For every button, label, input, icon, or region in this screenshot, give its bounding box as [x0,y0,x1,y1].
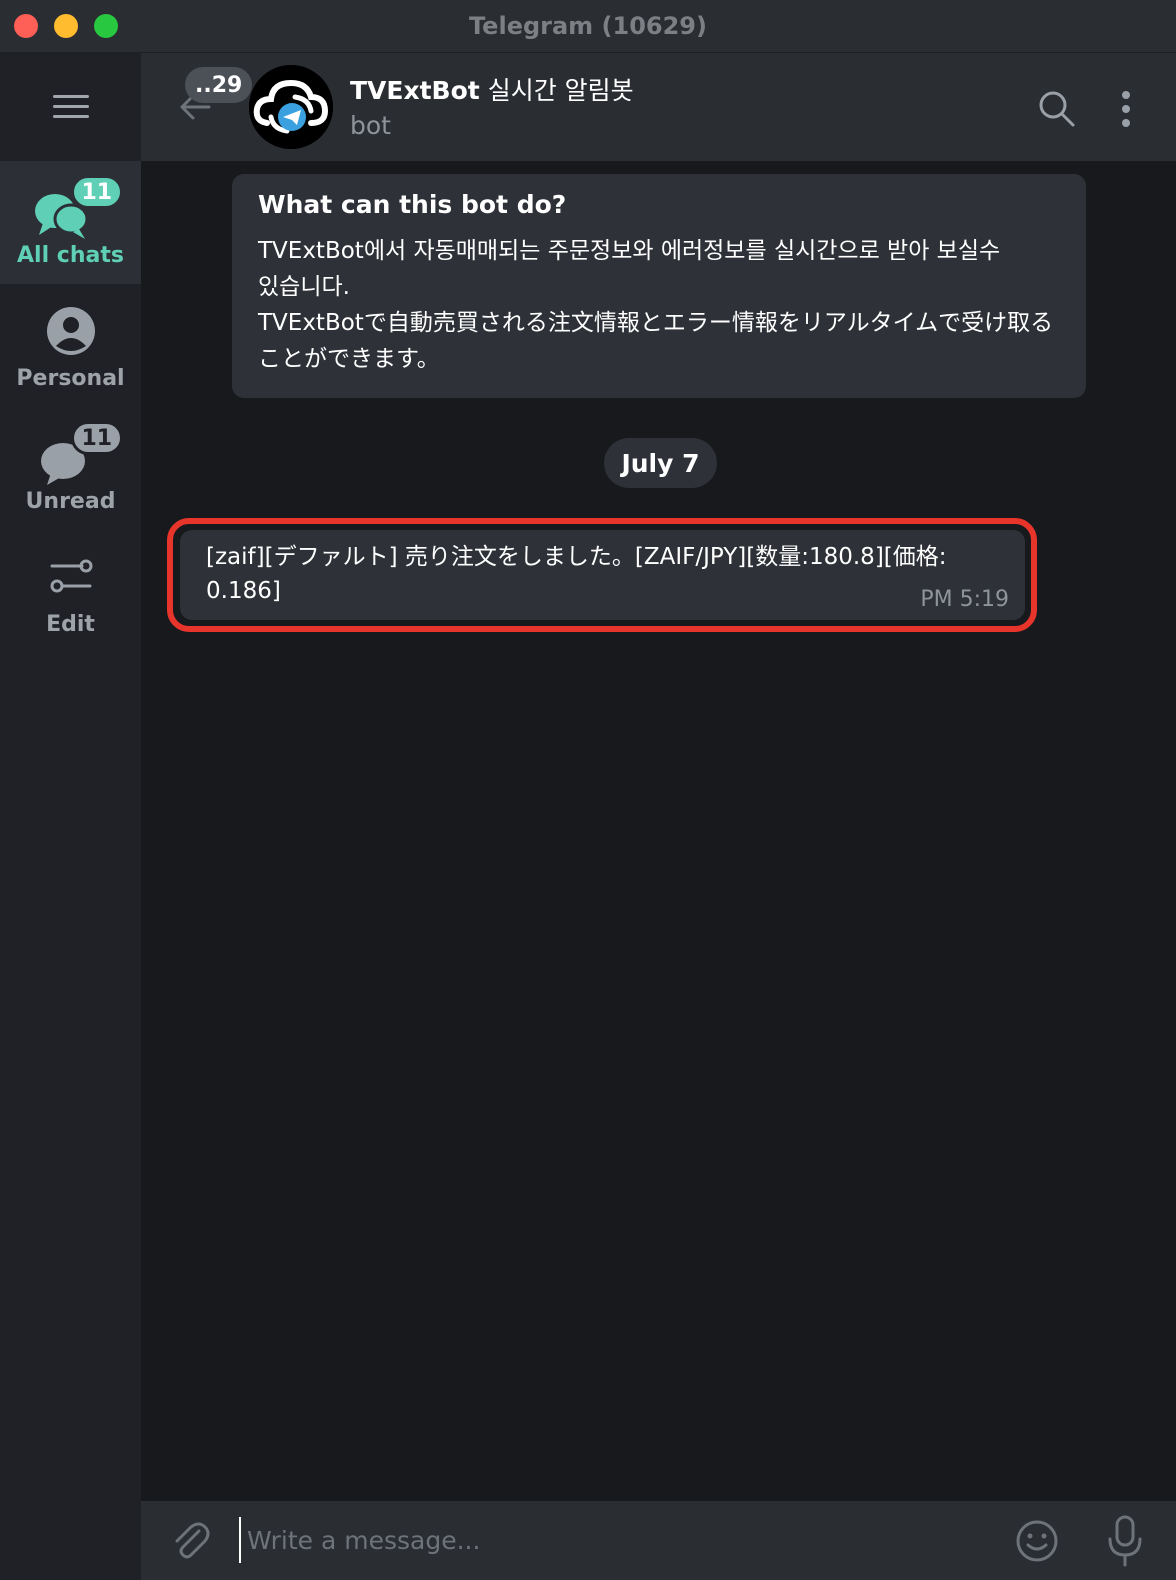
main-menu-button[interactable] [0,53,141,161]
voice-message-button[interactable] [1105,1515,1145,1567]
hamburger-icon [52,95,89,119]
chat-header: ..29 TVExtBot 실시간 알림봇 bot [141,53,1176,161]
bot-intro-line: TVExtBot에서 자동매매되는 주문정보와 에러정보를 실시간으로 받아 보… [258,238,1001,264]
folder-edit[interactable]: Edit [0,530,141,653]
unread-badge: 11 [70,421,124,455]
smile-icon [1016,1520,1058,1562]
message-list[interactable]: What can this bot do? TVExtBot에서 자동매매되는 … [141,161,1176,1501]
date-separator: July 7 [604,438,717,488]
more-vertical-icon [1122,91,1130,127]
chat-name-suffix: 실시간 알림봇 [479,76,634,105]
bot-intro-line: ことができます。 [258,346,440,372]
bot-intro-card: What can this bot do? TVExtBot에서 자동매매되는 … [232,174,1086,398]
attach-button[interactable] [169,1519,211,1561]
emoji-button[interactable] [1015,1519,1059,1563]
unread-count-badge: ..29 [185,67,253,103]
bot-intro-title: What can this bot do? [258,190,567,219]
bot-intro-line: 있습니다. [258,274,350,300]
microphone-icon [1108,1515,1142,1567]
more-options-button[interactable] [1111,89,1141,129]
folder-all-chats[interactable]: 11 All chats [0,161,141,284]
window-title: Telegram (10629) [469,12,707,40]
chat-title[interactable]: TVExtBot 실시간 알림봇 [350,71,634,107]
chat-status: bot [350,111,391,140]
avatar[interactable] [249,65,333,149]
cloud-telegram-logo [249,65,333,149]
all-chats-badge: 11 [70,175,124,209]
folder-label: Unread [25,489,116,514]
folder-label: Edit [46,612,95,637]
title-bar: Telegram (10629) [0,0,1176,53]
message-input[interactable] [239,1517,999,1563]
folder-personal[interactable]: Personal [0,284,141,407]
folder-sidebar: 11 All chats Personal 11 Unread Edit [0,53,141,1580]
chat-name: TVExtBot [350,76,480,105]
folder-unread[interactable]: 11 Unread [0,407,141,530]
search-icon [1039,91,1075,127]
message-bubble[interactable]: [zaif][デファルト] 売り注文をしました。[ZAIF/JPY][数量:18… [180,530,1025,620]
person-icon [46,307,95,355]
sliders-icon [50,559,92,593]
message-composer [141,1501,1176,1580]
message-line: 0.186] [206,578,281,604]
folder-label: Personal [16,366,125,391]
message-line: [zaif][デファルト] 売り注文をしました。[ZAIF/JPY][数量:18… [206,544,947,570]
bot-intro-line: TVExtBotで自動売買される注文情報とエラー情報をリアルタイムで受け取る [258,310,1054,336]
message-time: PM 5:19 [920,587,1009,612]
message-text: [zaif][デファルト] 売り注文をしました。[ZAIF/JPY][数量:18… [206,540,966,608]
search-button[interactable] [1037,89,1077,129]
paperclip-icon [175,1522,210,1559]
